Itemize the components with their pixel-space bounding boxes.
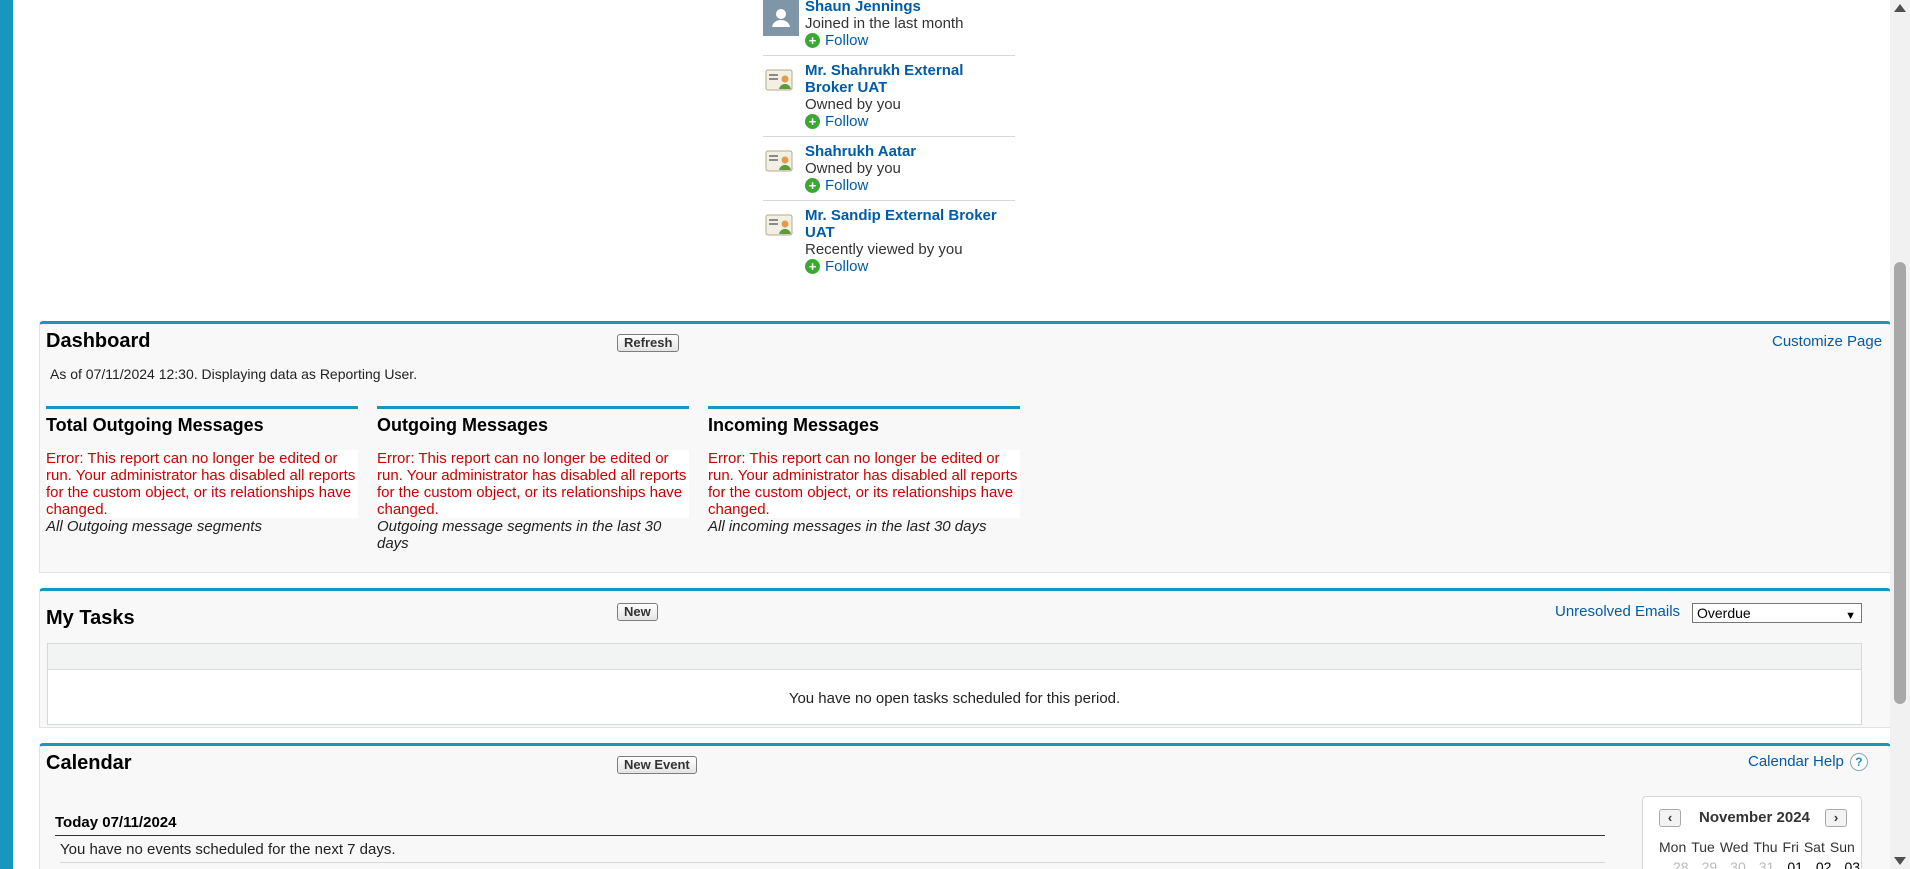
component-error-message: Error: This report can no longer be edit… xyxy=(708,450,1020,518)
next-month-button[interactable]: › xyxy=(1825,809,1847,827)
scroll-up-arrow-icon[interactable] xyxy=(1894,4,1906,12)
unresolved-emails-link[interactable]: Unresolved Emails xyxy=(1555,603,1680,620)
recommendation-reason: Joined in the last month xyxy=(805,15,964,32)
recommendation-name-link[interactable]: Mr. Sandip External Broker UAT xyxy=(805,207,1015,241)
day-name: Sun xyxy=(1829,839,1855,855)
mini-calendar-day-names: Mon Tue Wed Thu Fri Sat Sun xyxy=(1659,839,1855,855)
mini-calendar-month: November 2024 xyxy=(1699,809,1810,826)
dashboard-panel: Dashboard Refresh Customize Page As of 0… xyxy=(39,321,1890,573)
my-tasks-title: My Tasks xyxy=(46,607,135,629)
follow-button[interactable]: + Follow xyxy=(805,113,1015,130)
component-footer: All Outgoing message segments xyxy=(46,518,262,535)
calendar-help-link[interactable]: Calendar Help xyxy=(1748,753,1844,770)
dashboard-component: Outgoing Messages Error: This report can… xyxy=(377,406,689,552)
calendar-empty-message: You have no events scheduled for the nex… xyxy=(60,841,1605,863)
customize-page-link[interactable]: Customize Page xyxy=(1772,333,1882,350)
person-avatar-icon[interactable] xyxy=(763,0,799,36)
my-tasks-panel: My Tasks New Unresolved Emails Overdue ▼… xyxy=(39,588,1890,728)
scrollbar-thumb[interactable] xyxy=(1894,262,1906,704)
day-name: Wed xyxy=(1719,839,1749,855)
recommendation-name-link[interactable]: Shaun Jennings xyxy=(805,0,1015,15)
calendar-date[interactable]: 02 xyxy=(1816,859,1832,869)
component-title: Incoming Messages xyxy=(708,415,880,435)
chevron-down-icon: ▼ xyxy=(1845,610,1856,622)
component-footer: Outgoing message segments in the last 30… xyxy=(377,518,662,552)
follow-label: Follow xyxy=(825,32,869,49)
vertical-scrollbar[interactable] xyxy=(1890,0,1910,869)
list-item: Shahrukh Aatar Owned by you + Follow xyxy=(763,137,1015,201)
calendar-today-heading: Today 07/11/2024 xyxy=(55,814,1605,836)
task-period-value: Overdue xyxy=(1697,605,1751,621)
calendar-panel: Calendar New Event Calendar Help? Today … xyxy=(39,743,1890,869)
list-item: Mr. Sandip External Broker UAT Recently … xyxy=(763,201,1015,281)
day-name: Thu xyxy=(1753,839,1778,855)
component-error-message: Error: This report can no longer be edit… xyxy=(46,450,358,518)
component-error-message: Error: This report can no longer be edit… xyxy=(377,450,689,518)
calendar-date[interactable]: 30 xyxy=(1730,859,1746,869)
help-icon[interactable]: ? xyxy=(1849,753,1868,771)
dashboard-title: Dashboard xyxy=(46,330,151,352)
plus-icon: + xyxy=(805,33,820,48)
list-item: Mr. Shahrukh External Broker UAT Owned b… xyxy=(763,56,1015,137)
dashboard-component: Total Outgoing Messages Error: This repo… xyxy=(46,406,358,535)
dashboard-component: Incoming Messages Error: This report can… xyxy=(708,406,1020,535)
day-name: Sat xyxy=(1803,839,1825,855)
plus-icon: + xyxy=(805,114,820,129)
tasks-table-header xyxy=(48,644,1861,670)
calendar-help[interactable]: Calendar Help? xyxy=(1748,753,1868,771)
plus-icon: + xyxy=(805,178,820,193)
tasks-empty-message: You have no open tasks scheduled for thi… xyxy=(788,690,1121,707)
day-name: Mon xyxy=(1659,839,1687,855)
recommendation-name-link[interactable]: Shahrukh Aatar xyxy=(805,143,1015,160)
follow-label: Follow xyxy=(825,177,869,194)
calendar-date[interactable]: 03 xyxy=(1844,859,1860,869)
contact-card-icon[interactable] xyxy=(763,209,799,245)
mini-calendar-dates: 28 29 30 31 01 02 03 xyxy=(1673,859,1860,869)
recommendation-reason: Recently viewed by you xyxy=(805,241,963,258)
tasks-table: You have no open tasks scheduled for thi… xyxy=(47,643,1862,725)
new-event-button[interactable]: New Event xyxy=(617,756,697,774)
day-name: Tue xyxy=(1691,839,1715,855)
component-title: Total Outgoing Messages xyxy=(46,415,264,435)
calendar-date[interactable]: 28 xyxy=(1673,859,1689,869)
day-name: Fri xyxy=(1782,839,1799,855)
calendar-date[interactable]: 31 xyxy=(1759,859,1775,869)
follow-button[interactable]: + Follow xyxy=(805,32,1015,49)
component-footer: All incoming messages in the last 30 day… xyxy=(708,518,987,535)
recommendations-list: Shaun Jennings Joined in the last month … xyxy=(763,0,1015,281)
mini-calendar: ‹ November 2024 › Mon Tue Wed Thu Fri Sa… xyxy=(1642,796,1862,869)
follow-label: Follow xyxy=(825,113,869,130)
contact-card-icon[interactable] xyxy=(763,145,799,181)
dashboard-as-of-text: As of 07/11/2024 12:30. Displaying data … xyxy=(50,366,418,382)
new-task-button[interactable]: New xyxy=(617,603,658,621)
plus-icon: + xyxy=(805,259,820,274)
calendar-title: Calendar xyxy=(46,752,132,774)
calendar-date[interactable]: 01 xyxy=(1787,859,1803,869)
recommendation-name-link[interactable]: Mr. Shahrukh External Broker UAT xyxy=(805,62,1015,96)
page: Shaun Jennings Joined in the last month … xyxy=(13,0,1890,869)
follow-button[interactable]: + Follow xyxy=(805,177,1015,194)
task-period-select[interactable]: Overdue ▼ xyxy=(1692,603,1862,623)
component-title: Outgoing Messages xyxy=(377,415,549,435)
refresh-button[interactable]: Refresh xyxy=(617,334,680,352)
contact-card-icon[interactable] xyxy=(763,64,799,100)
follow-label: Follow xyxy=(825,258,869,275)
recommendation-reason: Owned by you xyxy=(805,160,901,177)
calendar-date[interactable]: 29 xyxy=(1702,859,1718,869)
recommendation-reason: Owned by you xyxy=(805,96,901,113)
scroll-down-arrow-icon[interactable] xyxy=(1894,857,1906,865)
previous-month-button[interactable]: ‹ xyxy=(1659,809,1681,827)
follow-button[interactable]: + Follow xyxy=(805,258,1015,275)
list-item: Shaun Jennings Joined in the last month … xyxy=(763,0,1015,56)
